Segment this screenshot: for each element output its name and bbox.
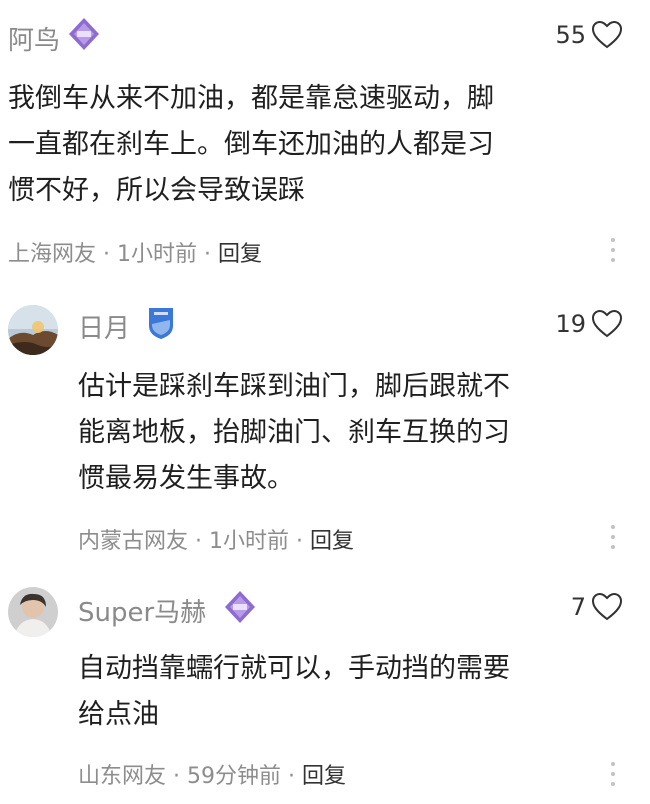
comment-meta: 山东网友 · 59分钟前 · 回复 [78, 758, 346, 790]
location: 山东网友 [78, 764, 167, 789]
comment-3: Super马赫 7 自动挡靠蠕行就可以，手动挡的需要 给点油 山东网友 · 59… [0, 0, 650, 804]
more-vertical-icon[interactable] [610, 762, 616, 786]
like-count: 7 [570, 593, 586, 621]
level-badge-icon [222, 589, 258, 629]
username[interactable]: Super马赫 [78, 592, 206, 629]
separator: · [166, 764, 187, 789]
like-button[interactable]: 7 [571, 593, 622, 621]
separator: · [281, 764, 302, 789]
heart-outline-icon [592, 593, 622, 621]
avatar[interactable] [8, 587, 58, 637]
reply-button[interactable]: 回复 [302, 764, 346, 789]
timestamp: 59分钟前 [187, 764, 281, 789]
comment-text: 自动挡靠蠕行就可以，手动挡的需要 给点油 [78, 653, 510, 730]
